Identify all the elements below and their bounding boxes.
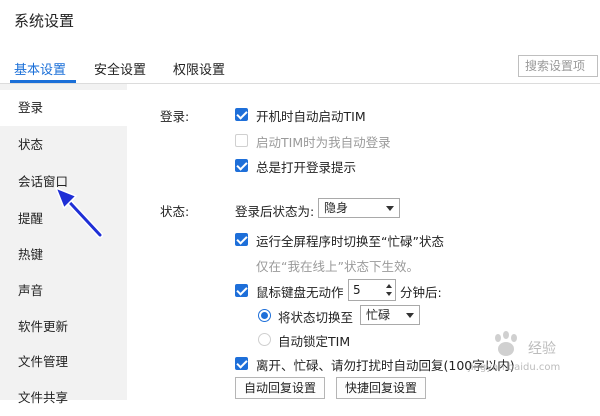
stepper-up-icon[interactable]: [386, 284, 392, 288]
tab-bar: 基本设置 安全设置 权限设置: [0, 50, 600, 84]
tab-permission-settings[interactable]: 权限设置: [173, 59, 225, 78]
chevron-down-icon: [386, 206, 394, 211]
fullscreen-busy-checkbox[interactable]: [235, 233, 248, 246]
idle-label: 鼠标键盘无动作: [256, 285, 344, 300]
auto-login-checkbox[interactable]: [235, 134, 248, 147]
search-input[interactable]: [518, 55, 598, 77]
sidebar-item-hotkeys[interactable]: 热键: [0, 237, 127, 273]
fullscreen-busy-note: 仅在“我在线上”状态下生效。: [256, 259, 419, 274]
idle-minutes-stepper[interactable]: 5: [348, 279, 396, 301]
idle-minutes-suffix: 分钟后:: [400, 285, 442, 300]
idle-checkbox[interactable]: [235, 284, 248, 297]
auto-lock-radio[interactable]: [258, 333, 271, 346]
after-login-status-value: 隐身: [324, 201, 349, 215]
tab-security-settings[interactable]: 安全设置: [94, 59, 146, 78]
sidebar-item-sound[interactable]: 声音: [0, 273, 127, 309]
auto-start-label: 开机时自动启动TIM: [256, 109, 366, 124]
stepper-down-icon[interactable]: [386, 292, 392, 296]
sidebar-item-file-management[interactable]: 文件管理: [0, 344, 127, 380]
show-login-tips-label: 总是打开登录提示: [256, 160, 357, 175]
login-section-label: 登录:: [160, 109, 190, 124]
watermark-title: 经验: [528, 341, 556, 357]
show-login-tips-checkbox[interactable]: [235, 159, 248, 172]
idle-minutes-value: 5: [353, 283, 361, 297]
watermark: 经验 jingyan.baidu.com: [458, 330, 598, 380]
after-login-status-select[interactable]: 隐身: [318, 198, 400, 218]
quick-reply-settings-button[interactable]: 快捷回复设置: [336, 377, 427, 399]
paw-logo-icon: [495, 331, 517, 356]
switch-status-select[interactable]: 忙碌: [360, 305, 420, 325]
auto-reply-settings-button[interactable]: 自动回复设置: [235, 377, 326, 399]
chevron-down-icon: [406, 313, 414, 318]
status-section-label: 状态:: [160, 204, 190, 219]
window-title: 系统设置: [14, 12, 75, 30]
annotation-arrow-icon: [54, 186, 103, 238]
sidebar-item-status[interactable]: 状态: [0, 127, 127, 163]
switch-status-label: 将状态切换至: [278, 310, 354, 325]
tab-basic-settings[interactable]: 基本设置: [14, 59, 66, 78]
auto-lock-label: 自动锁定TIM: [278, 334, 351, 349]
auto-login-label: 启动TIM时为我自动登录: [256, 135, 391, 150]
sidebar-item-software-update[interactable]: 软件更新: [0, 309, 127, 345]
switch-status-value: 忙碌: [366, 308, 391, 322]
fullscreen-busy-label: 运行全屏程序时切换至“忙碌”状态: [256, 234, 444, 249]
watermark-url: jingyan.baidu.com: [468, 362, 561, 373]
auto-start-checkbox[interactable]: [235, 108, 248, 121]
sidebar: 登录 状态 会话窗口 提醒 热键 声音 软件更新 文件管理 文件共享: [0, 84, 127, 405]
switch-status-radio[interactable]: [258, 309, 271, 322]
sidebar-item-file-sharing[interactable]: 文件共享: [0, 380, 127, 416]
sidebar-item-login[interactable]: 登录: [0, 90, 127, 126]
after-login-status-label: 登录后状态为:: [235, 204, 315, 219]
auto-reply-checkbox[interactable]: [235, 357, 248, 370]
